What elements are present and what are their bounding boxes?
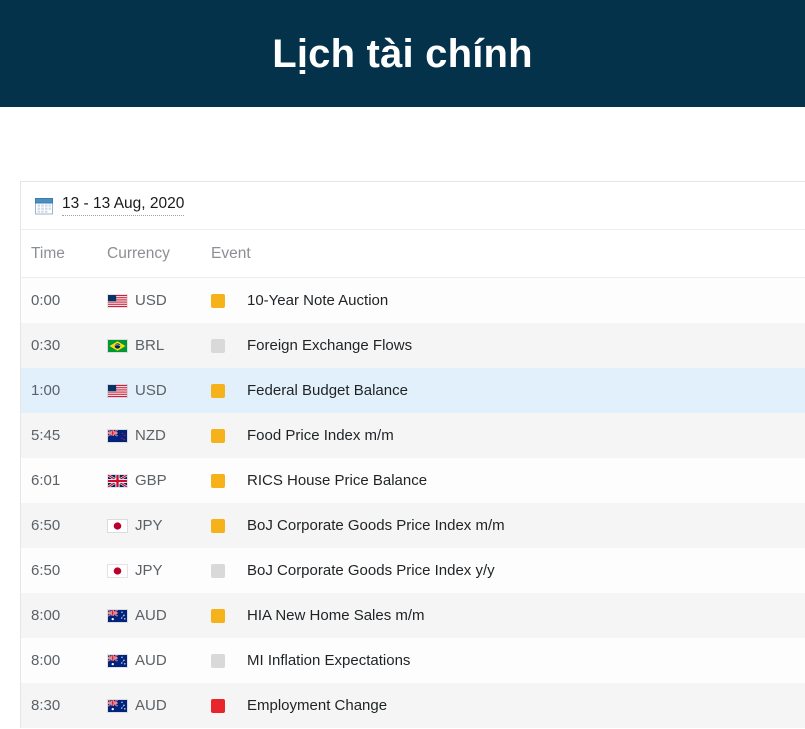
cell-time: 6:01 (31, 472, 61, 489)
cell-impact (211, 518, 247, 533)
table-row[interactable]: 6:50 JPY BoJ Corporate Goods Price Index y… (21, 548, 805, 593)
cell-currency: USD (107, 382, 211, 399)
calendar-rows: 0:00 USD 10-Year Note Auction 0:30 BRL Foreig… (21, 278, 805, 728)
currency-code: NZD (135, 427, 166, 444)
economic-calendar-widget: 13 - 13 Aug, 2020 Time Currency Event 0:… (20, 181, 805, 728)
flag-br-icon (107, 338, 128, 353)
impact-low-icon (211, 653, 225, 668)
table-row[interactable]: 8:00 AUD HIA New Home Sales m/m (21, 593, 805, 638)
cell-time: 1:00 (31, 382, 61, 399)
table-row[interactable]: 5:45 NZD Food Price Index m/m (21, 413, 805, 458)
currency-code: AUD (135, 652, 167, 669)
cell-event[interactable]: MI Inflation Expectations (247, 652, 805, 669)
cell-impact (211, 293, 247, 308)
cell-event[interactable]: Employment Change (247, 697, 805, 714)
currency-code: BRL (135, 337, 165, 354)
flag-us-icon (107, 383, 128, 398)
cell-time: 0:00 (31, 292, 61, 309)
flag-us-icon (107, 293, 128, 308)
impact-high-icon (211, 698, 225, 713)
cell-impact (211, 608, 247, 623)
cell-time: 8:00 (31, 607, 61, 624)
impact-medium-icon (211, 383, 225, 398)
calendar-icon (35, 197, 53, 214)
impact-medium-icon (211, 428, 225, 443)
cell-event[interactable]: Federal Budget Balance (247, 382, 805, 399)
currency-code: GBP (135, 472, 167, 489)
cell-event[interactable]: RICS House Price Balance (247, 472, 805, 489)
flag-jp-icon (107, 563, 128, 578)
cell-event[interactable]: BoJ Corporate Goods Price Index y/y (247, 562, 805, 579)
table-row[interactable]: 0:30 BRL Foreign Exchange Flows (21, 323, 805, 368)
impact-medium-icon (211, 608, 225, 623)
flag-nz-icon (107, 428, 128, 443)
cell-time: 8:00 (31, 652, 61, 669)
currency-code: JPY (135, 517, 163, 534)
cell-currency: AUD (107, 697, 211, 714)
cell-currency: GBP (107, 472, 211, 489)
impact-medium-icon (211, 518, 225, 533)
table-column-headers: Time Currency Event (21, 230, 805, 278)
cell-time: 5:45 (31, 427, 61, 444)
cell-impact (211, 473, 247, 488)
impact-low-icon (211, 338, 225, 353)
cell-time: 6:50 (31, 517, 61, 534)
cell-event[interactable]: 10-Year Note Auction (247, 292, 805, 309)
flag-gb-icon (107, 473, 128, 488)
table-row[interactable]: 0:00 USD 10-Year Note Auction (21, 278, 805, 323)
column-header-event: Event (211, 244, 251, 262)
cell-impact (211, 653, 247, 668)
page-header: Lịch tài chính (0, 0, 805, 107)
page-title: Lịch tài chính (272, 31, 533, 76)
flag-jp-icon (107, 518, 128, 533)
cell-currency: NZD (107, 427, 211, 444)
cell-event[interactable]: BoJ Corporate Goods Price Index m/m (247, 517, 805, 534)
cell-currency: JPY (107, 517, 211, 534)
table-row[interactable]: 8:00 AUD MI Inflation Expectations (21, 638, 805, 683)
cell-event[interactable]: Food Price Index m/m (247, 427, 805, 444)
cell-impact (211, 698, 247, 713)
cell-event[interactable]: HIA New Home Sales m/m (247, 607, 805, 624)
cell-currency: AUD (107, 652, 211, 669)
currency-code: JPY (135, 562, 163, 579)
cell-currency: BRL (107, 337, 211, 354)
cell-impact (211, 563, 247, 578)
cell-time: 6:50 (31, 562, 61, 579)
cell-impact (211, 428, 247, 443)
cell-event[interactable]: Foreign Exchange Flows (247, 337, 805, 354)
impact-medium-icon (211, 473, 225, 488)
impact-low-icon (211, 563, 225, 578)
column-header-time: Time (31, 244, 65, 262)
flag-au-icon (107, 653, 128, 668)
cell-impact (211, 338, 247, 353)
cell-time: 8:30 (31, 697, 61, 714)
currency-code: USD (135, 292, 167, 309)
table-row[interactable]: 1:00 USD Federal Budget Balance (21, 368, 805, 413)
date-range-bar: 13 - 13 Aug, 2020 (21, 182, 805, 230)
cell-currency: JPY (107, 562, 211, 579)
cell-currency: AUD (107, 607, 211, 624)
table-row[interactable]: 6:50 JPY BoJ Corporate Goods Price Index m… (21, 503, 805, 548)
impact-medium-icon (211, 293, 225, 308)
cell-currency: USD (107, 292, 211, 309)
cell-time: 0:30 (31, 337, 61, 354)
currency-code: AUD (135, 607, 167, 624)
table-row[interactable]: 8:30 AUD Employment Change (21, 683, 805, 728)
cell-impact (211, 383, 247, 398)
currency-code: USD (135, 382, 167, 399)
table-row[interactable]: 6:01 GBP RICS House Price Balance (21, 458, 805, 503)
column-header-currency: Currency (107, 244, 170, 262)
flag-au-icon (107, 698, 128, 713)
header-spacer (0, 107, 805, 181)
currency-code: AUD (135, 697, 167, 714)
flag-au-icon (107, 608, 128, 623)
date-range-input[interactable]: 13 - 13 Aug, 2020 (62, 195, 185, 216)
